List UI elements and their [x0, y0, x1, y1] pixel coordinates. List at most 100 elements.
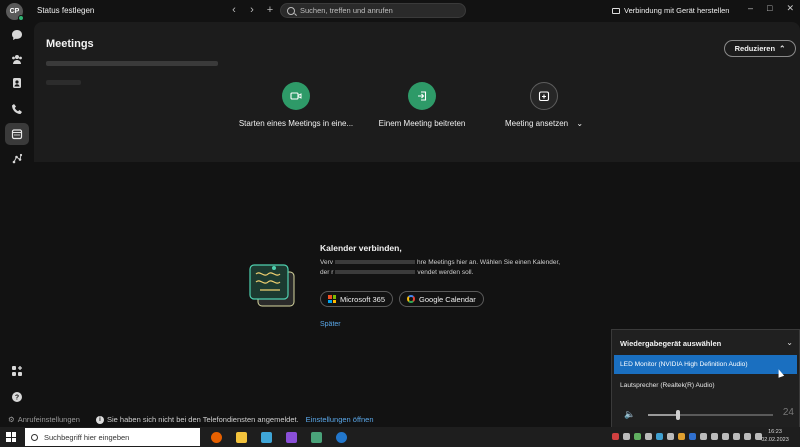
- open-settings-link[interactable]: Einstellungen öffnen: [306, 415, 374, 424]
- start-meeting-action[interactable]: Starten eines Meetings in eine...: [226, 82, 366, 128]
- contacts-icon: [13, 78, 21, 88]
- maximize-button[interactable]: □: [767, 3, 772, 14]
- calendar-illustration-icon: [244, 260, 300, 312]
- microsoft-365-button[interactable]: Microsoft 365: [320, 291, 394, 307]
- connect-device-button[interactable]: Verbindung mit Gerät herstellen: [612, 6, 729, 15]
- flyout-title: Wiedergabegerät auswählen: [620, 339, 722, 348]
- tray-icon[interactable]: [733, 433, 740, 440]
- video-icon[interactable]: [282, 82, 310, 110]
- redacted-text: [335, 270, 416, 275]
- chevron-up-icon: ⌃: [779, 44, 786, 53]
- later-link[interactable]: Später: [320, 321, 341, 328]
- join-icon[interactable]: [408, 82, 436, 110]
- google-logo-icon: [407, 295, 416, 303]
- search-icon: [31, 433, 38, 441]
- desc-line1-end: hre Meetings hier an. Wählen Sie einen K…: [417, 259, 561, 266]
- search-placeholder: Suchen, treffen und anrufen: [300, 6, 393, 15]
- webex-app-window: CP Status festlegen ‹ › + Suchen, treffe…: [0, 0, 800, 427]
- sidebar-item-calendar[interactable]: [5, 123, 29, 145]
- close-button[interactable]: ✕: [786, 3, 794, 14]
- clock-date: 02.02.2023: [761, 437, 789, 443]
- taskbar-search-input[interactable]: Suchbegriff hier eingeben: [25, 428, 200, 446]
- tray-icon[interactable]: [667, 433, 674, 440]
- network-icon[interactable]: [711, 433, 718, 440]
- search-input[interactable]: Suchen, treffen und anrufen: [280, 3, 466, 18]
- avatar[interactable]: CP: [6, 3, 24, 21]
- file-explorer-icon[interactable]: [233, 429, 249, 445]
- audio-device-speakers[interactable]: Lautsprecher (Realtek(R) Audio): [614, 376, 797, 395]
- phone-icon: [12, 104, 22, 114]
- schedule-meeting-action[interactable]: Meeting ansetzen ⌄: [474, 82, 614, 128]
- audio-device-led-monitor[interactable]: LED Monitor (NVIDIA High Definition Audi…: [614, 355, 797, 374]
- reduce-label: Reduzieren: [734, 44, 776, 53]
- join-meeting-action[interactable]: Einem Meeting beitreten: [352, 82, 492, 128]
- calendar-connect-description: Verv hre Meetings hier an. Wählen Sie ein…: [320, 258, 620, 278]
- tray-icon[interactable]: [634, 433, 641, 440]
- window-controls: – □ ✕: [748, 3, 794, 14]
- sidebar-item-apps[interactable]: [5, 360, 29, 382]
- redacted-text: [335, 260, 416, 265]
- firefox-icon[interactable]: [208, 429, 224, 445]
- navigation-controls: ‹ › +: [229, 3, 275, 17]
- tray-icon[interactable]: [612, 433, 619, 440]
- webex-icon[interactable]: [333, 429, 349, 445]
- activity-icon: [12, 153, 23, 164]
- tray-icon[interactable]: [744, 433, 751, 440]
- download-tool-icon[interactable]: [308, 429, 324, 445]
- speaker-icon[interactable]: [722, 433, 729, 440]
- reduce-button[interactable]: Reduzieren ⌃: [724, 40, 796, 57]
- audio-device-label: Lautsprecher (Realtek(R) Audio): [620, 382, 715, 389]
- sidebar-item-calls[interactable]: [5, 98, 29, 120]
- audio-device-flyout: Wiedergabegerät auswählen ⌄ LED Monitor …: [611, 329, 800, 427]
- audio-device-label: LED Monitor (NVIDIA High Definition Audi…: [620, 361, 748, 368]
- status-button[interactable]: Status festlegen: [37, 6, 94, 15]
- avatar-initials: CP: [9, 8, 20, 15]
- volume-slider[interactable]: [648, 410, 773, 420]
- affinity-icon[interactable]: [283, 429, 299, 445]
- add-icon[interactable]: +: [265, 3, 275, 17]
- svg-text:?: ?: [15, 395, 19, 402]
- sidebar-item-teams[interactable]: [5, 48, 29, 70]
- teams-icon: [12, 55, 22, 64]
- notice-text: Sie haben sich nicht bei den Telefondien…: [107, 415, 299, 424]
- tray-icon[interactable]: [656, 433, 663, 440]
- taskbar-clock[interactable]: 16:23 02.02.2023: [760, 428, 790, 444]
- calendar-icon: [11, 129, 23, 140]
- back-icon[interactable]: ‹: [229, 3, 239, 17]
- tray-icon[interactable]: [645, 433, 652, 440]
- volume-fill: [648, 414, 678, 416]
- microsoft-365-label: Microsoft 365: [340, 294, 386, 304]
- redacted-text: [46, 61, 218, 66]
- monitor-icon: [612, 7, 620, 14]
- tray-icon[interactable]: [623, 433, 630, 440]
- settings-icon: ⚙: [8, 415, 15, 424]
- desc-line2-start: der r: [320, 269, 334, 276]
- calendar-connect-title: Kalender verbinden,: [320, 243, 402, 253]
- status-bar: ⚙ Anrufeinstellungen i Sie haben sich ni…: [0, 410, 610, 427]
- sidebar-item-contacts[interactable]: [5, 72, 29, 94]
- google-calendar-label: Google Calendar: [419, 294, 476, 304]
- sidebar-item-activity[interactable]: [5, 148, 29, 170]
- calendar-provider-buttons: Microsoft 365 Google Calendar: [320, 291, 484, 307]
- sidebar-item-help[interactable]: ?: [5, 386, 29, 408]
- microsoft-logo-icon: [328, 295, 336, 303]
- chevron-down-icon[interactable]: ⌄: [576, 119, 583, 128]
- volume-thumb[interactable]: [676, 410, 680, 420]
- help-icon: ?: [12, 392, 22, 402]
- minimize-button[interactable]: –: [748, 3, 753, 14]
- taskbar-apps: [208, 429, 349, 445]
- meetings-panel: Meetings Reduzieren ⌃ Starten eines Meet…: [34, 22, 800, 162]
- speaker-icon[interactable]: 🔈: [624, 409, 635, 420]
- schedule-icon[interactable]: [530, 82, 558, 110]
- chevron-down-icon[interactable]: ⌄: [786, 338, 793, 347]
- tray-icon[interactable]: [678, 433, 685, 440]
- bluetooth-icon[interactable]: [689, 433, 696, 440]
- google-calendar-button[interactable]: Google Calendar: [399, 291, 484, 307]
- app-launcher-icon[interactable]: [258, 429, 274, 445]
- schedule-meeting-text: Meeting ansetzen: [504, 119, 569, 128]
- forward-icon[interactable]: ›: [247, 3, 257, 17]
- call-settings-button[interactable]: ⚙ Anrufeinstellungen: [8, 415, 80, 424]
- windows-start-icon[interactable]: [6, 432, 16, 442]
- sidebar-item-chat[interactable]: [5, 24, 29, 46]
- tray-icon[interactable]: [700, 433, 707, 440]
